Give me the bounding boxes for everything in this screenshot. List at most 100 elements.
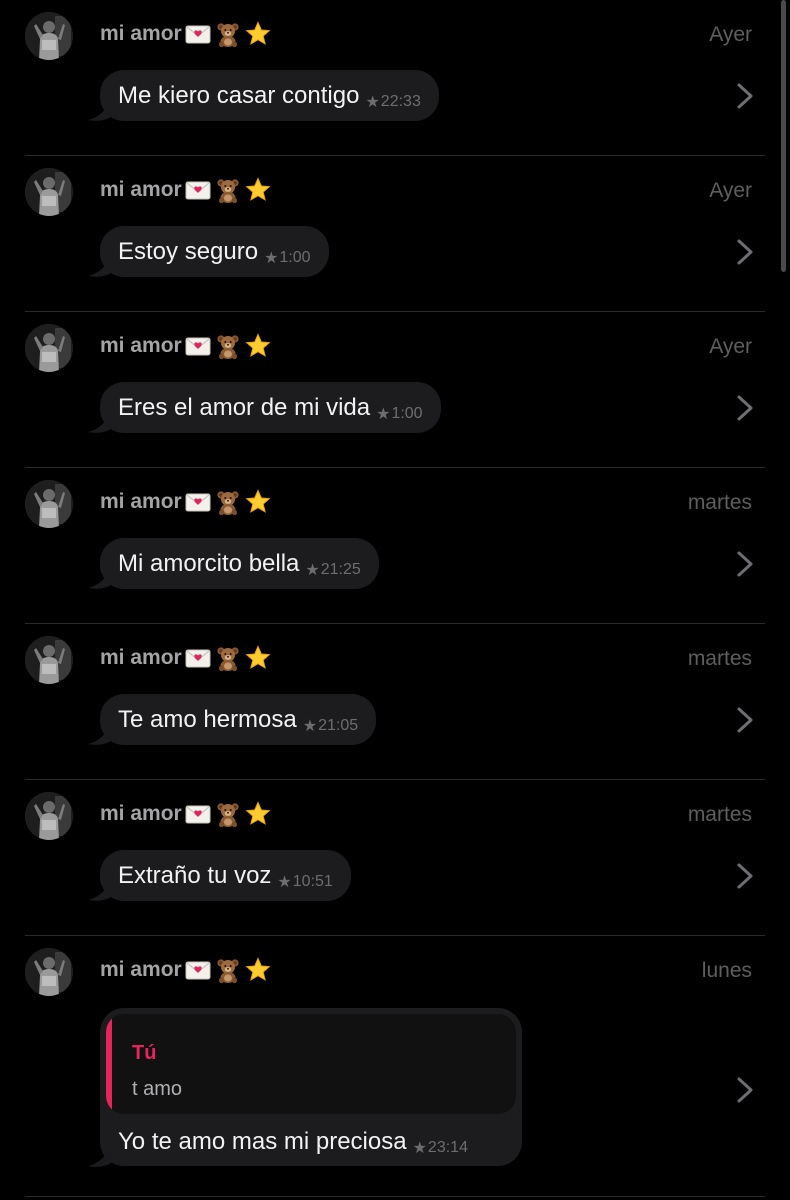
message-time: 21:25 [320, 561, 361, 578]
love-letter-icon [184, 956, 212, 984]
sender-name: mi amor [100, 956, 272, 984]
starred-icon: ★ [305, 562, 320, 579]
message-row[interactable]: mi amor Ayer Eres el amor de mi vida ★ 1:… [0, 312, 790, 468]
star-icon [244, 488, 272, 516]
star-icon [244, 332, 272, 360]
quoted-reply[interactable]: Tú t amo [106, 1014, 516, 1114]
message-meta: ★ 22:33 [365, 92, 420, 112]
avatar [25, 168, 73, 216]
conversation-date: martes [687, 491, 752, 514]
star-icon [244, 20, 272, 48]
message-time: 23:14 [427, 1139, 468, 1156]
starred-icon: ★ [412, 1140, 427, 1157]
message-meta: ★ 1:00 [376, 404, 422, 424]
message-text: Yo te amo mas mi preciosa [118, 1128, 407, 1155]
sender-label: mi amor [100, 958, 182, 981]
love-letter-icon [184, 20, 212, 48]
message-time: 10:51 [292, 873, 333, 890]
sender-label: mi amor [100, 22, 182, 45]
message-meta: ★ 1:00 [264, 248, 310, 268]
conversation-date: Ayer [709, 179, 752, 202]
avatar [25, 12, 73, 60]
message-time: 21:05 [318, 717, 359, 734]
teddy-bear-icon [214, 176, 242, 204]
message-bubble[interactable]: Mi amorcito bella ★ 21:25 [100, 538, 379, 589]
message-text: Me kiero casar contigo [118, 82, 360, 109]
love-letter-icon [184, 644, 212, 672]
sender-label: mi amor [100, 490, 182, 513]
chevron-right-icon[interactable] [736, 82, 754, 110]
sender-name: mi amor [100, 488, 272, 516]
star-icon [244, 956, 272, 984]
message-text: Eres el amor de mi vida [118, 394, 371, 421]
conversation-date: Ayer [709, 335, 752, 358]
avatar [25, 480, 73, 528]
message-time: 22:33 [380, 93, 421, 110]
chevron-right-icon[interactable] [736, 394, 754, 422]
sender-name: mi amor [100, 644, 272, 672]
star-icon [244, 800, 272, 828]
message-bubble[interactable]: Te amo hermosa ★ 21:05 [100, 694, 377, 745]
teddy-bear-icon [214, 332, 242, 360]
divider [25, 1196, 765, 1197]
message-row[interactable]: mi amor Ayer Me kiero casar contigo ★ 22:… [0, 0, 790, 156]
sender-name: mi amor [100, 176, 272, 204]
message-bubble[interactable]: Estoy seguro ★ 1:00 [100, 226, 329, 277]
sender-name: mi amor [100, 332, 272, 360]
chevron-right-icon[interactable] [736, 862, 754, 890]
message-bubble[interactable]: Me kiero casar contigo ★ 22:33 [100, 70, 439, 121]
starred-icon: ★ [277, 874, 292, 891]
message-time: 1:00 [391, 405, 423, 422]
teddy-bear-icon [214, 644, 242, 672]
message-meta: ★ 10:51 [277, 872, 332, 892]
love-letter-icon [184, 176, 212, 204]
starred-icon: ★ [376, 406, 391, 423]
message-row[interactable]: mi amor lunes Tú t amo Yo te amo mas mi … [0, 936, 790, 1200]
sender-label: mi amor [100, 802, 182, 825]
teddy-bear-icon [214, 20, 242, 48]
teddy-bear-icon [214, 488, 242, 516]
sender-name: mi amor [100, 800, 272, 828]
starred-icon: ★ [264, 250, 279, 267]
love-letter-icon [184, 488, 212, 516]
sender-label: mi amor [100, 178, 182, 201]
chevron-right-icon[interactable] [736, 238, 754, 266]
star-icon [244, 644, 272, 672]
conversation-date: Ayer [709, 23, 752, 46]
star-icon [244, 176, 272, 204]
message-row[interactable]: mi amor Ayer Estoy seguro ★ 1:00 [0, 156, 790, 312]
message-bubble[interactable]: Extraño tu voz ★ 10:51 [100, 850, 351, 901]
chevron-right-icon[interactable] [736, 550, 754, 578]
love-letter-icon [184, 800, 212, 828]
conversation-date: martes [687, 647, 752, 670]
message-content: Yo te amo mas mi preciosa ★ 23:14 [118, 1128, 468, 1158]
sender-label: mi amor [100, 334, 182, 357]
message-text: Te amo hermosa [118, 706, 297, 733]
message-bubble[interactable]: Eres el amor de mi vida ★ 1:00 [100, 382, 441, 433]
message-row[interactable]: mi amor martes Mi amorcito bella ★ 21:25 [0, 468, 790, 624]
quote-author: Tú [132, 1042, 157, 1064]
message-meta: ★ 21:05 [303, 716, 358, 736]
sender-label: mi amor [100, 646, 182, 669]
avatar [25, 792, 73, 840]
conversation-date: lunes [701, 959, 752, 982]
scrollbar[interactable] [781, 0, 786, 272]
chevron-right-icon[interactable] [736, 1076, 754, 1104]
chevron-right-icon[interactable] [736, 706, 754, 734]
teddy-bear-icon [214, 800, 242, 828]
starred-icon: ★ [302, 718, 318, 735]
message-row[interactable]: mi amor martes Extraño tu voz ★ 10:51 [0, 780, 790, 936]
sender-name: mi amor [100, 20, 272, 48]
love-letter-icon [184, 332, 212, 360]
avatar [25, 948, 73, 996]
teddy-bear-icon [214, 956, 242, 984]
message-bubble[interactable]: Tú t amo Yo te amo mas mi preciosa ★ 23:1… [100, 1008, 522, 1166]
starred-icon: ★ [365, 94, 380, 111]
quote-accent-bar [106, 1014, 112, 1114]
message-time: 1:00 [279, 249, 311, 266]
message-meta: ★ 23:14 [413, 1138, 468, 1158]
message-row[interactable]: mi amor martes Te amo hermosa ★ 21:05 [0, 624, 790, 780]
conversation-date: martes [687, 803, 752, 826]
message-text: Mi amorcito bella [118, 550, 300, 577]
avatar [25, 324, 73, 372]
